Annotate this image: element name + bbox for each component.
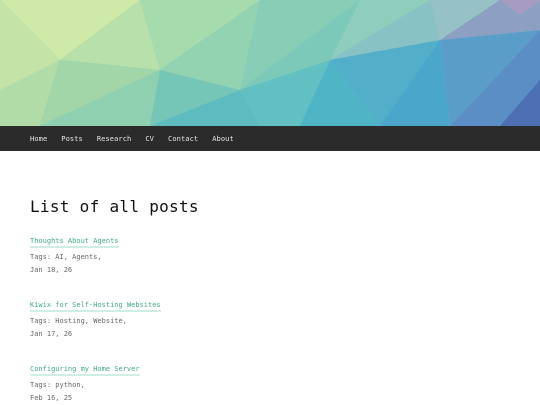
post-title-link[interactable]: Configuring my Home Server (30, 365, 140, 376)
post-date: Jan 18, 26 (30, 266, 73, 274)
page-title: List of all posts (30, 197, 199, 216)
nav-cv-link[interactable]: CV (145, 135, 154, 143)
nav-posts-link[interactable]: Posts (61, 135, 83, 143)
nav-about-link[interactable]: About (212, 135, 234, 143)
nav-home-link[interactable]: Home (30, 135, 47, 143)
header-banner (0, 0, 540, 126)
post-tags: Tags: python, (30, 381, 85, 389)
nav-contact-link[interactable]: Contact (168, 135, 198, 143)
post-tags: Tags: Hosting, Website, (30, 317, 127, 325)
post-title-link[interactable]: Thoughts About Agents (30, 237, 119, 248)
post-item: Configuring my Home Server Tags: python,… (30, 356, 140, 402)
post-item: Thoughts About Agents Tags: AI, Agents, … (30, 228, 119, 274)
post-date: Jan 17, 26 (30, 330, 73, 338)
top-navigation: Home Posts Research CV Contact About (0, 126, 540, 151)
post-item: Kiwix for Self-Hosting Websites Tags: Ho… (30, 292, 161, 338)
low-poly-background (0, 0, 540, 126)
post-tags: Tags: AI, Agents, (30, 253, 102, 261)
nav-research-link[interactable]: Research (97, 135, 132, 143)
post-title-link[interactable]: Kiwix for Self-Hosting Websites (30, 301, 161, 312)
post-date: Feb 16, 25 (30, 394, 73, 402)
